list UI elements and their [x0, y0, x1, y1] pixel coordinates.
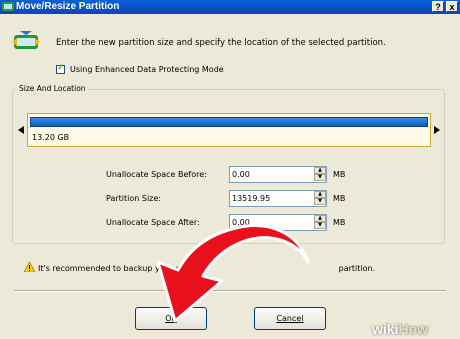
ok-button[interactable]: OK: [135, 307, 207, 330]
right-resize-handle[interactable]: [434, 126, 440, 134]
unallocate-after-spinner[interactable]: ▲ ▼: [229, 214, 327, 231]
backup-warning: It's recommended to backup your dat parti…: [38, 264, 375, 273]
wikihow-watermark: wikiHow: [372, 321, 428, 337]
unallocate-before-label: Unallocate Space Before:: [106, 170, 207, 179]
partition-size-label: 13.20 GB: [32, 133, 70, 142]
move-resize-icon: [12, 31, 40, 49]
move-resize-dialog: Move/Resize Partition ? x Enter the new …: [0, 0, 460, 339]
spin-up-icon[interactable]: ▲: [314, 215, 326, 222]
spin-down-icon[interactable]: ▼: [314, 174, 326, 181]
left-resize-handle[interactable]: [18, 126, 24, 134]
enhanced-protection-checkbox[interactable]: [56, 63, 65, 74]
divider: [14, 290, 446, 292]
instruction-text: Enter the new partition size and specify…: [56, 38, 386, 48]
partition-map[interactable]: 13.20 GB: [27, 113, 431, 147]
unallocate-after-input[interactable]: [232, 216, 312, 229]
unallocate-before-spinner[interactable]: ▲ ▼: [229, 166, 327, 183]
warning-icon: [24, 262, 35, 272]
partition-size-field-label: Partition Size:: [106, 194, 161, 203]
unit-label: MB: [333, 218, 346, 227]
warning-text-start: It's recommended to backup your dat: [38, 264, 189, 273]
unallocate-after-label: Unallocate Space After:: [106, 218, 200, 227]
window-title: Move/Resize Partition: [16, 1, 120, 12]
enhanced-protection-label[interactable]: Using Enhanced Data Protecting Mode: [70, 65, 224, 74]
unit-label: MB: [333, 170, 346, 179]
spin-down-icon[interactable]: ▼: [314, 198, 326, 205]
unit-label: MB: [333, 194, 346, 203]
watermark-how: How: [398, 321, 429, 337]
group-label: Size And Location: [17, 84, 88, 93]
partition-size-input[interactable]: [232, 192, 312, 205]
spin-up-icon[interactable]: ▲: [314, 191, 326, 198]
watermark-wiki: wiki: [372, 321, 399, 337]
app-icon: [2, 2, 14, 11]
close-button[interactable]: x: [446, 1, 458, 12]
unallocate-before-input[interactable]: [232, 168, 312, 181]
help-button[interactable]: ?: [432, 1, 444, 12]
spin-down-icon[interactable]: ▼: [314, 222, 326, 229]
spin-up-icon[interactable]: ▲: [314, 167, 326, 174]
partition-bar[interactable]: [30, 117, 428, 127]
title-bar: Move/Resize Partition ? x: [0, 0, 460, 14]
cancel-button[interactable]: Cancel: [254, 307, 326, 330]
partition-size-spinner[interactable]: ▲ ▼: [229, 190, 327, 207]
warning-text-end: partition.: [338, 264, 376, 273]
